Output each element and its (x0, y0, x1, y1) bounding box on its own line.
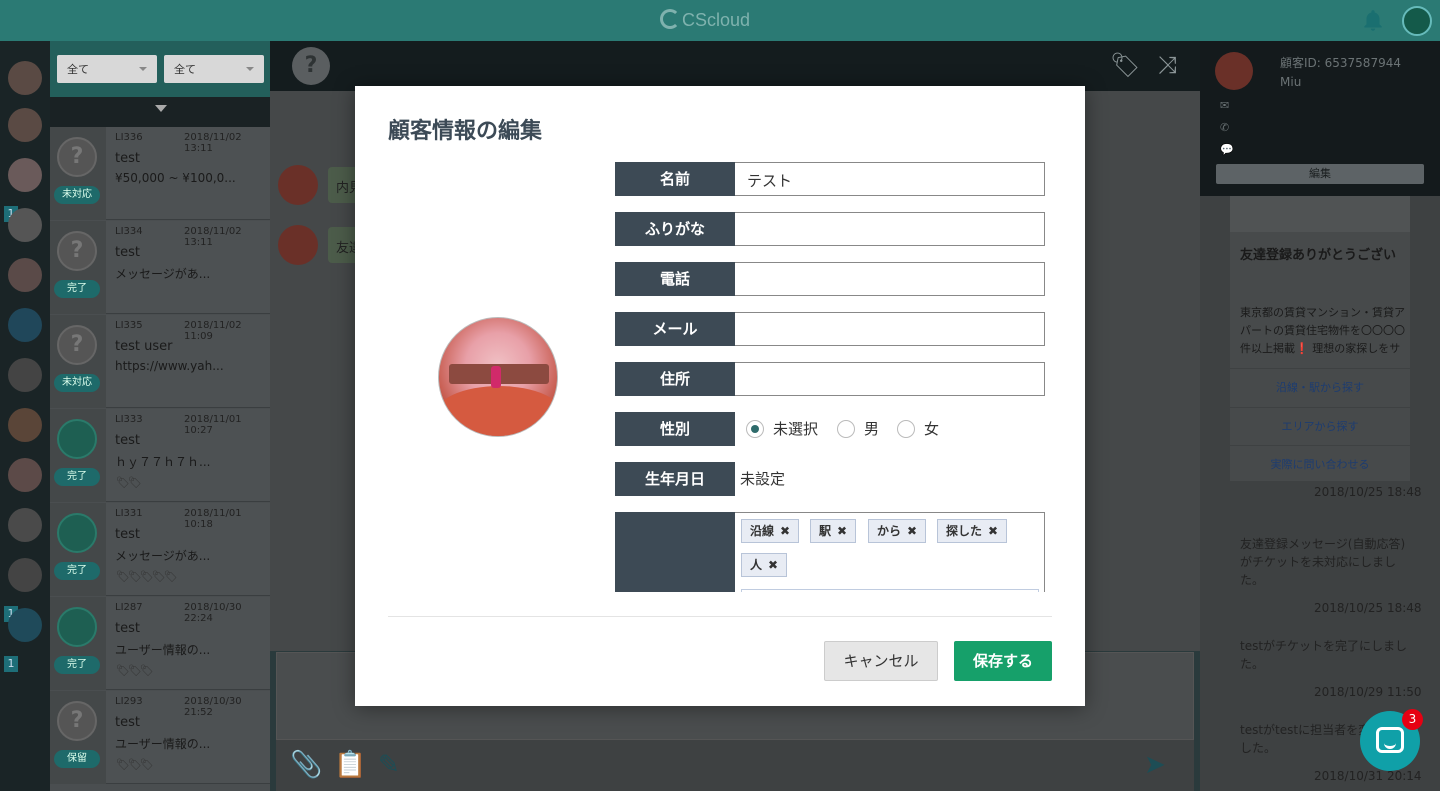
kana-label: ふりがな (615, 212, 735, 246)
remove-tag-icon[interactable]: ✖ (768, 558, 778, 572)
birthday-value[interactable]: 未設定 (740, 462, 785, 496)
edit-customer-modal: 顧客情報の編集 名前 テスト ふりがな 電話 メール 住所 性別 未選択 男 女… (355, 86, 1085, 706)
tags-label (615, 512, 735, 592)
phone-input[interactable] (735, 262, 1045, 296)
tags-row: 沿線 ✖ 駅 ✖ から ✖ 探した ✖ 人 ✖ (615, 512, 1045, 592)
gender-radio-female[interactable] (897, 420, 915, 438)
address-input[interactable] (735, 362, 1045, 396)
phone-row: 電話 (615, 262, 1045, 296)
birthday-row: 生年月日 未設定 (615, 462, 1045, 496)
gender-option-label[interactable]: 男 (864, 412, 879, 446)
app-root: CScloud 1 1 1 全て 全て ? 未対応 LI336 2018/11/… (0, 0, 1440, 791)
tag-chip[interactable]: 沿線 ✖ (741, 519, 800, 543)
modal-title: 顧客情報の編集 (388, 119, 543, 144)
gender-radio-unselected[interactable] (746, 420, 764, 438)
tag-chip[interactable]: 人 ✖ (741, 553, 788, 577)
gender-option-label[interactable]: 未選択 (773, 412, 818, 446)
tags-input-box[interactable]: 沿線 ✖ 駅 ✖ から ✖ 探した ✖ 人 ✖ (735, 512, 1045, 592)
tag-chip[interactable]: 駅 ✖ (810, 519, 857, 543)
tag-chip[interactable]: から ✖ (868, 519, 927, 543)
address-row: 住所 (615, 362, 1045, 396)
gender-radio-male[interactable] (837, 420, 855, 438)
address-label: 住所 (615, 362, 735, 396)
name-row: 名前 テスト (615, 162, 1045, 196)
gender-row: 性別 未選択 男 女 (615, 412, 1045, 446)
gender-option-label[interactable]: 女 (924, 412, 939, 446)
customer-photo (438, 317, 558, 437)
birthday-label: 生年月日 (615, 462, 735, 496)
remove-tag-icon[interactable]: ✖ (780, 524, 790, 538)
help-notification-badge: 3 (1402, 709, 1423, 730)
mail-input[interactable] (735, 312, 1045, 346)
name-label: 名前 (615, 162, 735, 196)
modal-divider (388, 616, 1052, 617)
gender-label: 性別 (615, 412, 735, 446)
tag-chip[interactable]: 探した ✖ (937, 519, 1008, 543)
mail-row: メール (615, 312, 1045, 346)
kana-row: ふりがな (615, 212, 1045, 246)
mail-label: メール (615, 312, 735, 346)
remove-tag-icon[interactable]: ✖ (988, 524, 998, 538)
save-button[interactable]: 保存する (954, 641, 1052, 681)
name-input[interactable]: テスト (735, 162, 1045, 196)
kana-input[interactable] (735, 212, 1045, 246)
cancel-button[interactable]: キャンセル (824, 641, 938, 681)
remove-tag-icon[interactable]: ✖ (907, 524, 917, 538)
phone-label: 電話 (615, 262, 735, 296)
chat-bubble-icon (1376, 727, 1404, 753)
customer-form: 名前 テスト ふりがな 電話 メール 住所 性別 未選択 男 女 生年月日 未設… (615, 162, 1045, 592)
remove-tag-icon[interactable]: ✖ (837, 524, 847, 538)
tag-text-input[interactable] (741, 589, 1039, 592)
